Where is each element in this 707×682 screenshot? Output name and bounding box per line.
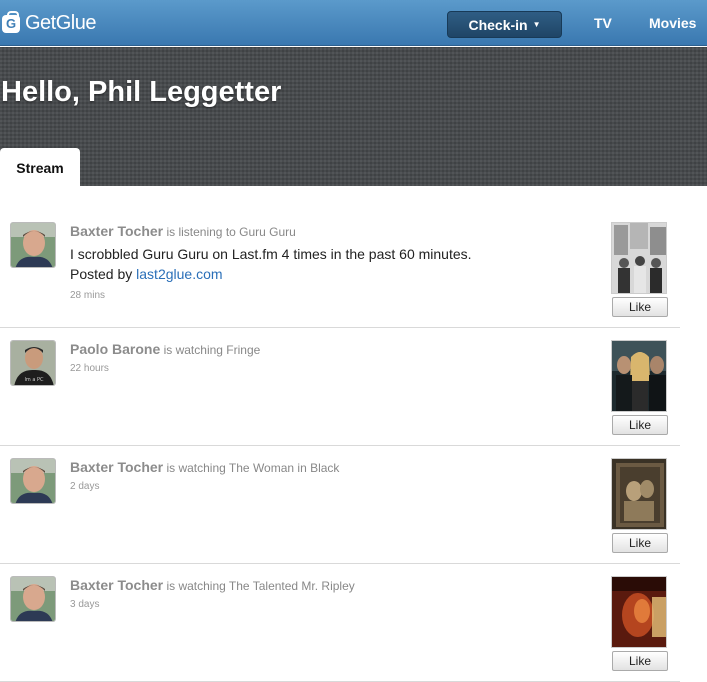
timestamp: 22 hours [70,363,109,374]
like-button[interactable]: Like [612,297,668,317]
getglue-logo[interactable]: G GetGlue [2,10,96,35]
user-name-link[interactable]: Baxter Tocher [70,577,163,593]
logo-text: GetGlue [25,12,96,34]
tab-stream[interactable]: Stream [0,148,80,187]
avatar[interactable] [10,222,56,268]
nav-tv-link[interactable]: TV [594,15,612,31]
user-name-link[interactable]: Baxter Tocher [70,459,163,475]
timestamp: 28 mins [70,290,106,301]
activity-line: Baxter Tocher is watching The Talented M… [70,577,590,593]
media-thumbnail[interactable] [611,340,667,412]
avatar[interactable] [10,576,56,622]
user-name-link[interactable]: Paolo Barone [70,341,160,357]
stream-item-content: Baxter Tocher is watching The Woman in B… [70,459,590,492]
activity-text: is watching The Woman in Black [166,461,340,475]
media-thumbnail[interactable] [611,576,667,648]
activity-line: Baxter Tocher is watching The Woman in B… [70,459,590,475]
stream-item: Baxter Tocher is watching The Talented M… [0,564,680,682]
user-name-link[interactable]: Baxter Tocher [70,223,163,239]
checkin-button[interactable]: Check-in ▼ [447,11,562,38]
nav-movies-link[interactable]: Movies [649,15,696,31]
stream-item-content: Paolo Barone is watching Fringe 22 hours [70,341,590,374]
message-text: I scrobbled Guru Guru on Last.fm 4 times… [70,246,472,262]
posted-by-label: Posted by [70,266,133,282]
getglue-logo-icon: G [2,10,20,33]
caret-down-icon: ▼ [532,20,541,29]
activity-line: Baxter Tocher is listening to Guru Guru [70,223,590,239]
timestamp: 2 days [70,481,100,492]
like-button[interactable]: Like [612,651,668,671]
activity-text: is listening to Guru Guru [166,225,296,239]
stream-item-content: Baxter Tocher is watching The Talented M… [70,577,590,610]
timestamp: 3 days [70,599,100,610]
activity-line: Paolo Barone is watching Fringe [70,341,590,357]
activity-text: is watching Fringe [163,343,261,357]
profile-header: Hello, Phil Leggetter Stream [0,47,707,187]
stream-item: Baxter Tocher is watching The Woman in B… [0,446,680,564]
svg-text:Im a PC: Im a PC [24,377,44,383]
stream-item: Im a PC Paolo Barone is watching Fringe … [0,328,680,446]
top-nav-bar: G GetGlue Check-in ▼ TV Movies [0,0,707,46]
source-link[interactable]: last2glue.com [136,266,222,282]
avatar[interactable]: Im a PC [10,340,56,386]
activity-text: is watching The Talented Mr. Ripley [166,579,355,593]
media-thumbnail[interactable] [611,222,667,294]
checkin-label: Check-in [468,16,528,33]
like-button[interactable]: Like [612,533,668,553]
greeting-title: Hello, Phil Leggetter [1,76,282,108]
like-button[interactable]: Like [612,415,668,435]
stream-item: Baxter Tocher is listening to Guru Guru … [0,210,680,328]
stream-item-content: Baxter Tocher is listening to Guru Guru … [70,223,590,301]
activity-message: I scrobbled Guru Guru on Last.fm 4 times… [70,244,590,284]
avatar[interactable] [10,458,56,504]
media-thumbnail[interactable] [611,458,667,530]
